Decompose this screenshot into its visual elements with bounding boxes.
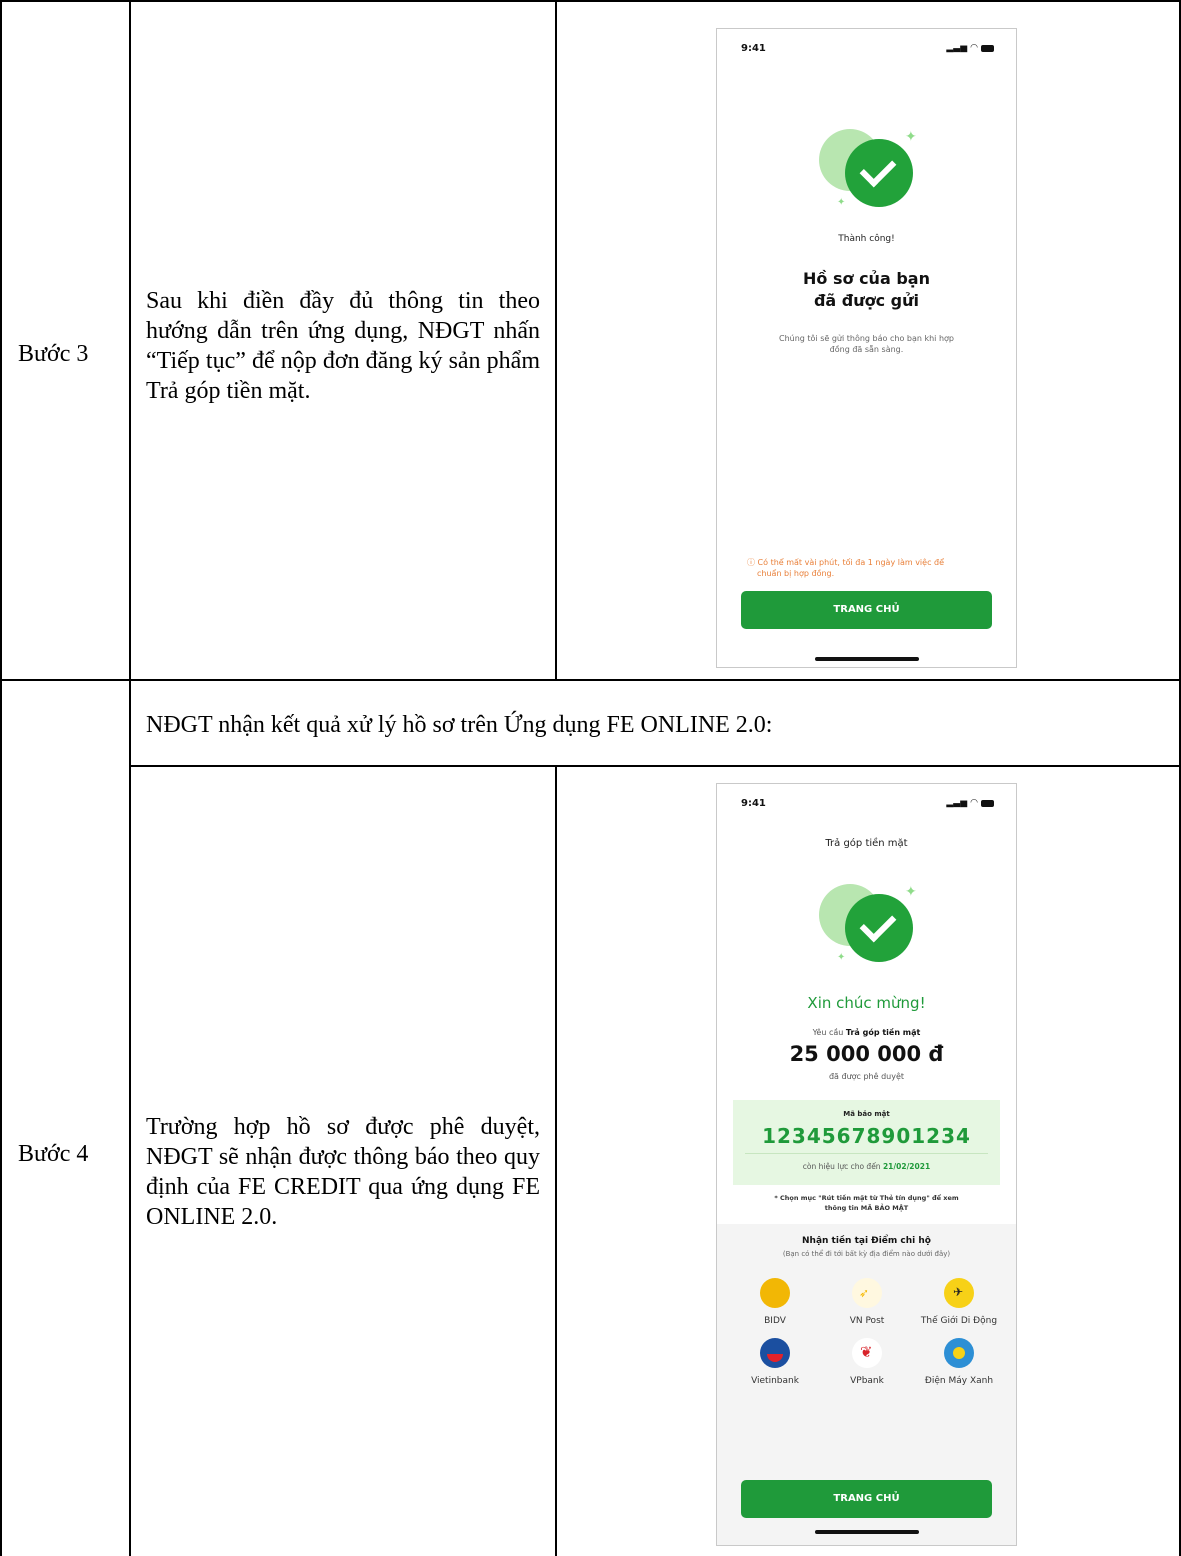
dmx-logo-icon [944, 1338, 974, 1368]
table-divider-col2-row3 [555, 765, 557, 1556]
step-label-4: Bước 4 [18, 1141, 89, 1167]
bidv-logo-icon [760, 1278, 790, 1308]
vpbank-logo-icon: ❦ [852, 1338, 882, 1368]
hint-line1: * Chọn mục "Rút tiền mặt từ Thẻ tín dụng… [774, 1194, 959, 1202]
table-divider-col1 [129, 0, 131, 1556]
partner-name: Thế Giới Di Động [920, 1316, 998, 1326]
message-line1: Chúng tôi sẽ gửi thông báo cho bạn khi h… [779, 334, 954, 343]
approved-amount: 25 000 000 đ [789, 1042, 944, 1066]
message-line2: đồng đã sẵn sàng. [829, 345, 904, 354]
partner-name: VPbank [850, 1376, 884, 1386]
partner-vietinbank[interactable]: Vietinbank [730, 1338, 820, 1386]
table-divider-row2 [129, 765, 1181, 767]
signal-icon: ▂▃▅ [946, 798, 968, 808]
partner-name: BIDV [764, 1316, 786, 1326]
code-divider [745, 1153, 988, 1154]
security-code-box: Mã bảo mật 12345678901234 còn hiệu lực c… [733, 1100, 1000, 1185]
partner-tgdd[interactable]: ✈ Thế Giới Di Động [914, 1278, 1004, 1326]
home-indicator [814, 657, 919, 661]
sparkle-icon: ✦ [837, 952, 846, 963]
sparkle-icon: ✦ [837, 197, 846, 208]
battery-icon [981, 44, 994, 52]
table-divider-col2-row1 [555, 0, 557, 680]
partner-name: VN Post [849, 1316, 885, 1326]
code-label: Mã bảo mật [843, 1110, 890, 1118]
partner-dmx[interactable]: Điện Máy Xanh [914, 1338, 1004, 1386]
home-indicator [814, 1530, 919, 1534]
processing-warning: ⓘ Có thể mất vài phút, tối đa 1 ngày làm… [747, 557, 976, 579]
warning-line1: ⓘ Có thể mất vài phút, tối đa 1 ngày làm… [747, 558, 945, 567]
tgdd-logo-icon: ✈ [944, 1278, 974, 1308]
phone-screen-approved: 9:41 ▂▃▅ ◠ Trả góp tiền mặt ✦ ✦ Xin chúc… [716, 783, 1017, 1546]
status-title: Thành công! [838, 234, 895, 244]
battery-icon [981, 799, 994, 807]
step-description-3: Sau khi điền đầy đủ thông tin theo hướng… [146, 288, 540, 404]
status-bar: 9:41 ▂▃▅ ◠ [717, 784, 1016, 820]
security-code[interactable]: 12345678901234 [733, 1124, 1000, 1148]
pickup-subtitle: (Bạn có thể đi tới bất kỳ địa điểm nào d… [782, 1250, 951, 1258]
pickup-title: Nhận tiền tại Điểm chi hộ [802, 1236, 931, 1246]
status-bar: 9:41 ▂▃▅ ◠ [717, 29, 1016, 65]
screen-title: Trả góp tiền mặt [825, 838, 908, 849]
partner-vpbank[interactable]: ❦ VPbank [822, 1338, 912, 1386]
heading-line1: Hồ sơ của bạn [803, 269, 930, 288]
congrats-text: Xin chúc mừng! [807, 994, 926, 1012]
request-product: Trả góp tiền mặt [845, 1028, 921, 1037]
phone-screen-submitted: 9:41 ▂▃▅ ◠ ✦ ✦ Thành công! Hồ sơ của bạn… [716, 28, 1017, 668]
partner-bidv[interactable]: BIDV [730, 1278, 820, 1326]
pickup-section: Nhận tiền tại Điểm chi hộ (Bạn có thể đi… [717, 1224, 1016, 1545]
success-illustration: ✦ ✦ [819, 884, 919, 974]
table-border-top [0, 0, 1181, 2]
hint-line2: thông tin MÃ BẢO MẬT [824, 1204, 909, 1212]
valid-date: 21/02/2021 [882, 1162, 931, 1171]
valid-prefix: còn hiệu lực cho đến [802, 1162, 883, 1171]
heading-line2: đã được gửi [813, 291, 920, 310]
request-line: Yêu cầu Trả góp tiền mặt [717, 1028, 1016, 1037]
signal-icon: ▂▃▅ [946, 43, 968, 53]
home-button[interactable]: TRANG CHỦ [741, 591, 992, 629]
vietinbank-logo-icon [760, 1338, 790, 1368]
validity-line: còn hiệu lực cho đến 21/02/2021 [733, 1162, 1000, 1171]
status-time: 9:41 [741, 43, 766, 54]
success-illustration: ✦ ✦ [819, 129, 919, 219]
request-prefix: Yêu cầu [812, 1028, 846, 1037]
status-icons: ▂▃▅ ◠ [946, 43, 994, 53]
status-time: 9:41 [741, 798, 766, 809]
partner-name: Vietinbank [751, 1376, 799, 1386]
section-note: NĐGT nhận kết quả xử lý hồ sơ trên Ứng d… [146, 712, 773, 738]
table-divider-row1 [0, 679, 1181, 681]
step-description-4: Trường hợp hồ sơ được phê duyệt, NĐGT sẽ… [146, 1114, 540, 1230]
status-icons: ▂▃▅ ◠ [946, 798, 994, 808]
sparkle-icon: ✦ [905, 129, 917, 145]
partner-name: Điện Máy Xanh [924, 1376, 994, 1386]
partner-vnpost[interactable]: ➶ VN Post [822, 1278, 912, 1326]
table-border-left [0, 0, 2, 1556]
home-button[interactable]: TRANG CHỦ [741, 1480, 992, 1518]
wifi-icon: ◠ [970, 798, 978, 808]
warning-line2: chuẩn bị hợp đồng. [757, 569, 835, 578]
sparkle-icon: ✦ [905, 884, 917, 900]
vnpost-logo-icon: ➶ [852, 1278, 882, 1308]
approved-text: đã được phê duyệt [828, 1072, 905, 1081]
step-label-3: Bước 3 [18, 341, 89, 367]
wifi-icon: ◠ [970, 43, 978, 53]
